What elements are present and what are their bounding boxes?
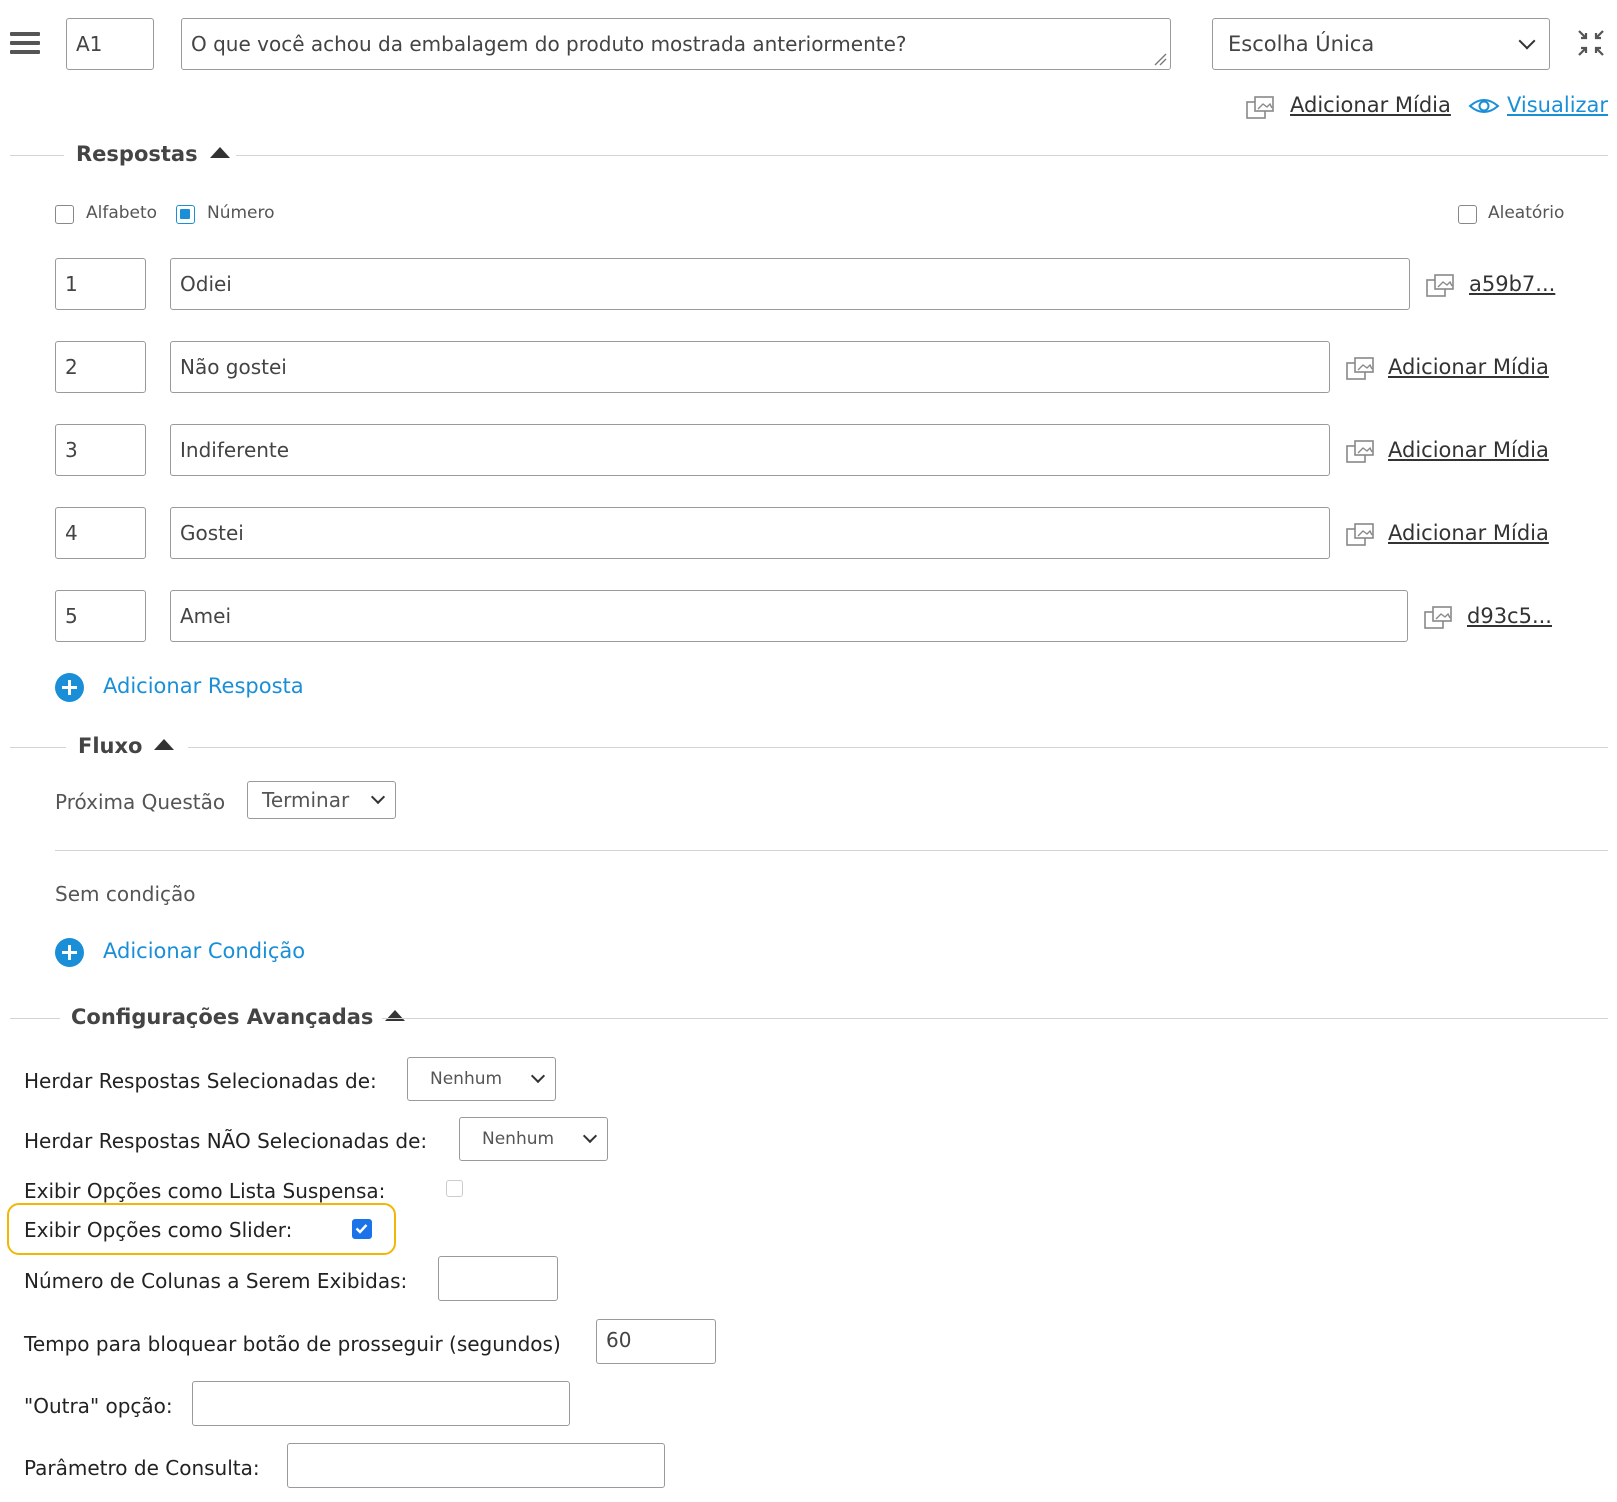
answer-code-input[interactable]: 5 (55, 590, 146, 642)
next-question-select[interactable]: Terminar (247, 781, 396, 819)
dropdown-option-label: Exibir Opções como Lista Suspensa: (24, 1179, 386, 1203)
other-option-label: "Outra" opção: (24, 1394, 173, 1418)
inherit-unselected-value: Nenhum (482, 1129, 555, 1149)
lock-time-label: Tempo para bloquear botão de prosseguir … (24, 1332, 561, 1356)
advanced-divider-left (10, 1018, 60, 1019)
dropdown-option-checkbox[interactable] (446, 1180, 463, 1197)
slider-option-label: Exibir Opções como Slider: (24, 1218, 293, 1242)
query-param-input[interactable] (287, 1443, 665, 1488)
collapse-icon[interactable] (1576, 28, 1606, 58)
media-icon (1346, 357, 1374, 380)
preview-link[interactable]: Visualizar (1507, 93, 1608, 117)
media-icon (1346, 440, 1374, 463)
fluxo-divider-right (188, 747, 1608, 748)
fluxo-title: Fluxo (78, 734, 143, 758)
columns-input[interactable] (438, 1256, 558, 1301)
next-question-label: Próxima Questão (55, 790, 226, 814)
answer-code-value: 5 (65, 604, 78, 628)
other-option-input[interactable] (192, 1381, 570, 1426)
answer-media-link[interactable]: Adicionar Mídia (1388, 355, 1549, 379)
menu-icon[interactable] (10, 32, 40, 56)
inherit-selected-label: Herdar Respostas Selecionadas de: (24, 1069, 377, 1093)
answer-code-input[interactable]: 2 (55, 341, 146, 393)
plus-circle-icon[interactable] (55, 938, 84, 967)
answer-media-link[interactable]: Adicionar Mídia (1388, 521, 1549, 545)
answer-media-link[interactable]: a59b7... (1469, 272, 1555, 296)
respostas-section-toggle[interactable]: Respostas (76, 142, 230, 166)
next-question-value: Terminar (262, 788, 350, 812)
collapse-arrow-icon (385, 1010, 406, 1021)
question-text-input[interactable]: O que você achou da embalagem do produto… (181, 18, 1171, 70)
collapse-arrow-icon (209, 147, 230, 158)
plus-circle-icon[interactable] (55, 673, 84, 702)
answer-text-value: Gostei (180, 521, 244, 545)
answer-code-value: 4 (65, 521, 78, 545)
answer-text-input[interactable]: Amei (170, 590, 1408, 642)
answer-code-input[interactable]: 1 (55, 258, 146, 310)
question-type-select[interactable]: Escolha Única (1212, 18, 1550, 70)
chevron-down-icon (582, 1128, 598, 1144)
lock-time-value: 60 (606, 1328, 632, 1352)
answer-code-input[interactable]: 3 (55, 424, 146, 476)
collapse-arrow-icon (154, 739, 175, 750)
advanced-title: Configurações Avançadas (71, 1005, 374, 1029)
answer-text-input[interactable]: Não gostei (170, 341, 1330, 393)
answer-text-input[interactable]: Odiei (170, 258, 1410, 310)
numero-label: Número (207, 203, 275, 223)
answer-text-value: Odiei (180, 272, 232, 296)
alfabeto-checkbox[interactable] (55, 205, 74, 224)
chevron-down-icon (530, 1068, 546, 1084)
media-icon (1424, 606, 1452, 629)
slider-option-checkbox[interactable] (352, 1219, 372, 1239)
media-icon (1246, 96, 1274, 119)
inherit-selected-select[interactable]: Nenhum (407, 1057, 556, 1101)
question-type-value: Escolha Única (1228, 32, 1375, 56)
answer-media-link[interactable]: d93c5... (1467, 604, 1552, 628)
answer-media-link[interactable]: Adicionar Mídia (1388, 438, 1549, 462)
inherit-selected-value: Nenhum (430, 1069, 503, 1089)
inherit-unselected-label: Herdar Respostas NÃO Selecionadas de: (24, 1129, 428, 1153)
columns-label: Número de Colunas a Serem Exibidas: (24, 1269, 408, 1293)
advanced-section-toggle[interactable]: Configurações Avançadas (71, 1005, 406, 1029)
respostas-divider-left (10, 155, 64, 156)
advanced-divider-right (382, 1018, 1608, 1019)
fluxo-section-toggle[interactable]: Fluxo (78, 734, 175, 758)
media-icon (1426, 274, 1454, 297)
fluxo-inner-divider (55, 850, 1608, 851)
answer-code-value: 1 (65, 272, 78, 296)
chevron-down-icon (370, 789, 386, 805)
checkmark-icon (355, 1224, 368, 1234)
answer-code-value: 3 (65, 438, 78, 462)
question-code-value: A1 (76, 32, 103, 56)
answer-text-input[interactable]: Indiferente (170, 424, 1330, 476)
query-param-label: Parâmetro de Consulta: (24, 1456, 260, 1480)
question-text-value: O que você achou da embalagem do produto… (191, 32, 907, 56)
respostas-divider-right (236, 155, 1608, 156)
fluxo-divider-left (10, 747, 66, 748)
answer-text-value: Indiferente (180, 438, 290, 462)
no-condition-text: Sem condição (55, 882, 196, 906)
question-code-input[interactable]: A1 (66, 18, 154, 70)
add-answer-link[interactable]: Adicionar Resposta (103, 674, 304, 698)
header-add-media-link[interactable]: Adicionar Mídia (1290, 93, 1451, 117)
resize-handle-icon[interactable] (1153, 52, 1167, 66)
answer-text-value: Amei (180, 604, 232, 628)
media-icon (1346, 523, 1374, 546)
lock-time-input[interactable]: 60 (596, 1319, 716, 1364)
inherit-unselected-select[interactable]: Nenhum (459, 1117, 608, 1161)
respostas-title: Respostas (76, 142, 198, 166)
aleatorio-label: Aleatório (1488, 203, 1565, 223)
alfabeto-label: Alfabeto (86, 203, 158, 223)
numero-checkbox[interactable] (176, 205, 195, 224)
chevron-down-icon (1518, 32, 1536, 50)
answer-code-value: 2 (65, 355, 78, 379)
eye-icon (1468, 99, 1500, 113)
answer-text-value: Não gostei (180, 355, 287, 379)
answer-code-input[interactable]: 4 (55, 507, 146, 559)
add-condition-link[interactable]: Adicionar Condição (103, 939, 305, 963)
answer-text-input[interactable]: Gostei (170, 507, 1330, 559)
aleatorio-checkbox[interactable] (1458, 205, 1477, 224)
